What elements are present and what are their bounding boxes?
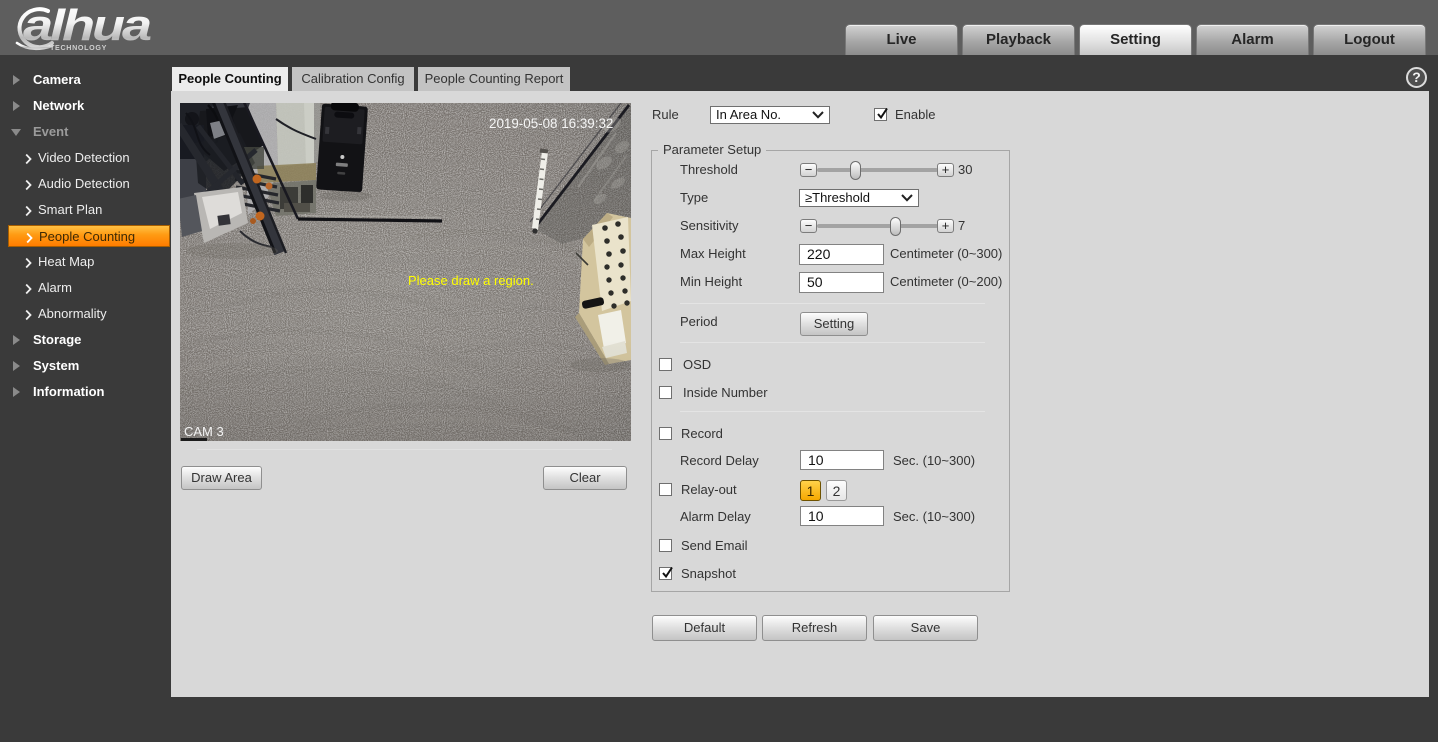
svg-text:CAM 3: CAM 3 bbox=[184, 424, 224, 439]
svg-text:TECHNOLOGY: TECHNOLOGY bbox=[50, 43, 107, 52]
svg-text:Please draw a region.: Please draw a region. bbox=[408, 273, 534, 288]
svg-text:2019-05-08 16:39:32: 2019-05-08 16:39:32 bbox=[489, 116, 613, 131]
